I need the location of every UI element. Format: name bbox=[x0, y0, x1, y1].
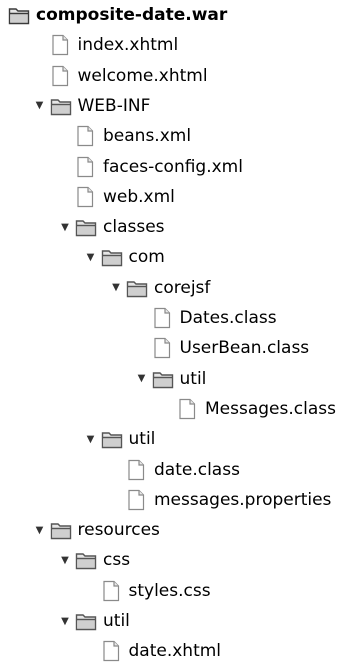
file-icon bbox=[75, 185, 97, 209]
file-tree: ▼composite-date.war▼index.xhtml▼welcome.… bbox=[0, 0, 349, 670]
folder-open-icon bbox=[152, 367, 174, 391]
tree-node[interactable]: ▼ util bbox=[85, 424, 156, 454]
archive-folder-icon bbox=[8, 3, 30, 27]
expand-triangle-icon[interactable]: ▼ bbox=[136, 364, 148, 394]
tree-node-label: date.xhtml bbox=[128, 641, 222, 662]
file-icon bbox=[75, 124, 97, 148]
tree-node[interactable]: ▼ WEB-INF bbox=[34, 91, 151, 121]
tree-node-label: beans.xml bbox=[103, 126, 192, 147]
expand-triangle-icon[interactable]: ▼ bbox=[85, 424, 97, 454]
tree-node-label: date.class bbox=[154, 459, 240, 480]
tree-node-label: util bbox=[128, 429, 156, 450]
expand-triangle-icon[interactable]: ▼ bbox=[110, 273, 122, 303]
file-icon bbox=[152, 306, 174, 330]
expand-triangle-icon[interactable]: ▼ bbox=[59, 606, 71, 636]
tree-node[interactable]: ▼ css bbox=[59, 545, 130, 575]
tree-node-label: WEB-INF bbox=[77, 95, 151, 116]
tree-node-label: util bbox=[103, 611, 130, 631]
file-icon bbox=[50, 33, 72, 57]
expand-triangle-icon[interactable]: ▼ bbox=[85, 242, 97, 272]
tree-node[interactable]: ▼ resources bbox=[34, 515, 160, 545]
tree-node[interactable]: ▼UserBean.class bbox=[136, 333, 310, 363]
expand-triangle-icon[interactable]: ▼ bbox=[59, 545, 71, 575]
tree-node-label: com bbox=[128, 247, 165, 268]
tree-node[interactable]: ▼faces-config.xml bbox=[59, 152, 243, 182]
tree-node-label: web.xml bbox=[103, 186, 175, 207]
folder-open-icon bbox=[50, 94, 72, 118]
tree-node[interactable]: ▼ com bbox=[85, 242, 165, 272]
tree-node[interactable]: ▼beans.xml bbox=[59, 121, 191, 151]
file-icon bbox=[101, 639, 123, 663]
file-icon bbox=[101, 579, 123, 603]
tree-node[interactable]: ▼welcome.xhtml bbox=[34, 61, 208, 91]
tree-node-label: styles.css bbox=[128, 580, 211, 601]
file-icon bbox=[126, 488, 148, 512]
tree-node[interactable]: ▼ util bbox=[136, 364, 207, 394]
tree-node-label: UserBean.class bbox=[179, 338, 310, 359]
tree-node[interactable]: ▼ corejsf bbox=[110, 273, 210, 303]
tree-node-label: classes bbox=[103, 217, 165, 238]
tree-node[interactable]: ▼composite-date.war bbox=[8, 0, 227, 30]
tree-node[interactable]: ▼date.class bbox=[110, 455, 240, 485]
file-icon bbox=[152, 336, 174, 360]
expand-triangle-icon[interactable]: ▼ bbox=[34, 91, 46, 121]
tree-node[interactable]: ▼ util bbox=[59, 606, 130, 636]
expand-triangle-icon[interactable]: ▼ bbox=[34, 515, 46, 545]
file-icon bbox=[50, 64, 72, 88]
tree-node[interactable]: ▼Dates.class bbox=[136, 303, 277, 333]
tree-node-label: Messages.class bbox=[205, 398, 336, 419]
tree-node-label: resources bbox=[77, 520, 160, 541]
file-icon bbox=[75, 155, 97, 179]
file-icon bbox=[177, 397, 199, 421]
folder-open-icon bbox=[75, 215, 97, 239]
tree-node-label: corejsf bbox=[154, 277, 211, 298]
tree-node-label: index.xhtml bbox=[77, 35, 179, 56]
tree-node-label: welcome.xhtml bbox=[77, 65, 208, 86]
tree-node[interactable]: ▼index.xhtml bbox=[34, 30, 179, 60]
tree-node-label: Dates.class bbox=[179, 308, 277, 328]
folder-open-icon bbox=[101, 427, 123, 451]
tree-node-label: css bbox=[103, 550, 131, 571]
tree-node[interactable]: ▼date.xhtml bbox=[85, 636, 222, 666]
folder-open-icon bbox=[75, 548, 97, 572]
tree-node[interactable]: ▼Messages.class bbox=[161, 394, 336, 424]
tree-node[interactable]: ▼web.xml bbox=[59, 182, 175, 212]
tree-node[interactable]: ▼styles.css bbox=[85, 576, 211, 606]
tree-node[interactable]: ▼ classes bbox=[59, 212, 165, 242]
tree-node-label: composite-date.war bbox=[36, 5, 228, 25]
folder-open-icon bbox=[101, 245, 123, 269]
tree-node-label: faces-config.xml bbox=[103, 156, 243, 177]
file-icon bbox=[126, 458, 148, 482]
folder-open-icon bbox=[75, 609, 97, 633]
tree-node[interactable]: ▼messages.properties bbox=[110, 485, 331, 515]
expand-triangle-icon[interactable]: ▼ bbox=[59, 212, 71, 242]
folder-open-icon bbox=[126, 276, 148, 300]
tree-node-label: util bbox=[179, 368, 207, 389]
folder-open-icon bbox=[50, 518, 72, 542]
tree-node-label: messages.properties bbox=[154, 489, 332, 510]
